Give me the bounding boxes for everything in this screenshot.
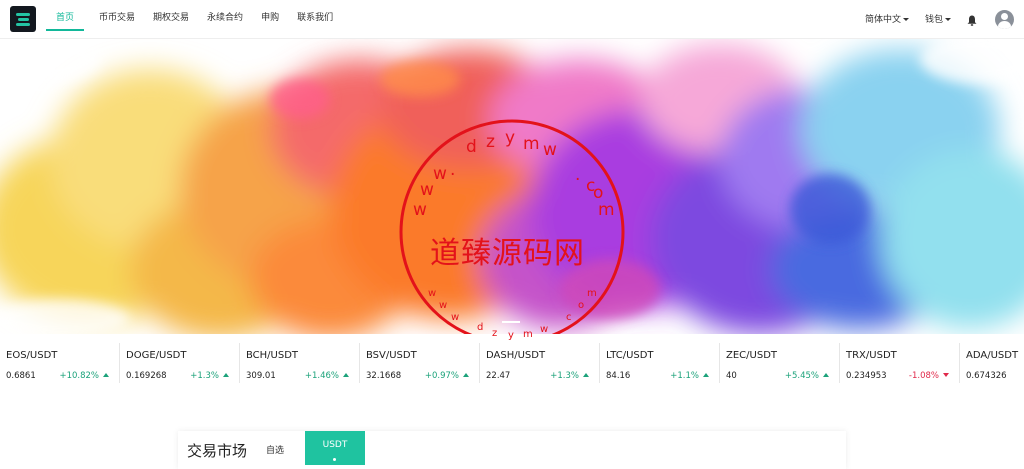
main-nav: 首页 币币交易 期权交易 永续合约 申购 联系我们 xyxy=(46,0,351,39)
ticker-item[interactable]: TRX/USDT 0.234953 -1.08% xyxy=(840,343,960,383)
market-title: 交易市场 xyxy=(187,442,248,460)
top-navbar: 首页 币币交易 期权交易 永续合约 申购 联系我们 简体中文 钱包 xyxy=(0,0,1024,39)
trading-market-panel: 交易市场 自选 USDT xyxy=(178,431,846,469)
ticker-pair: BCH/USDT xyxy=(246,350,299,361)
nav-item-home[interactable]: 首页 xyxy=(46,0,85,31)
ticker-pair: TRX/USDT xyxy=(846,350,897,361)
ticker-pair: ZEC/USDT xyxy=(726,350,777,361)
ticker-item[interactable]: DASH/USDT 22.47 +1.3% xyxy=(480,343,600,383)
arrow-up-icon xyxy=(343,373,349,377)
wallet-menu[interactable]: 钱包 xyxy=(925,0,952,39)
arrow-up-icon xyxy=(823,373,829,377)
ticker-item[interactable]: LTC/USDT 84.16 +1.1% xyxy=(600,343,720,383)
arrow-up-icon xyxy=(583,373,589,377)
chevron-down-icon xyxy=(903,18,910,21)
ticker-price: 32.1668 xyxy=(366,371,402,381)
ticker-price: 0.169268 xyxy=(126,371,167,381)
wallet-label: 钱包 xyxy=(925,15,944,25)
arrow-up-icon xyxy=(463,373,469,377)
ticker-pair: LTC/USDT xyxy=(606,350,654,361)
ticker-change: +1.1% xyxy=(670,371,709,381)
ticker-item[interactable]: EOS/USDT 0.6861 +10.82% xyxy=(0,343,120,383)
ticker-item[interactable]: DOGE/USDT 0.169268 +1.3% xyxy=(120,343,240,383)
ticker-pair: DASH/USDT xyxy=(486,350,546,361)
price-ticker-bar: EOS/USDT 0.6861 +10.82% DOGE/USDT 0.1692… xyxy=(0,343,1024,385)
ticker-price: 84.16 xyxy=(606,371,631,381)
arrow-up-icon xyxy=(103,373,109,377)
ticker-change: +0.97% xyxy=(425,371,469,381)
tab-favorites[interactable]: 自选 xyxy=(266,443,284,456)
arrow-down-icon xyxy=(943,373,949,377)
hero-banner xyxy=(0,39,1024,334)
ticker-pair: BSV/USDT xyxy=(366,350,417,361)
nav-item-contact-us[interactable]: 联系我们 xyxy=(297,0,333,31)
exchange-logo-icon[interactable] xyxy=(10,6,36,32)
ticker-change: +10.82% xyxy=(59,371,109,381)
carousel-indicator[interactable] xyxy=(502,321,520,323)
ticker-change: +1.3% xyxy=(550,371,589,381)
ticker-price: 22.47 xyxy=(486,371,511,381)
nav-item-subscription[interactable]: 申购 xyxy=(261,0,279,31)
ticker-price: 0.234953 xyxy=(846,371,887,381)
nav-item-options-trading[interactable]: 期权交易 xyxy=(153,0,189,31)
ticker-price: 309.01 xyxy=(246,371,276,381)
ticker-price: 0.6861 xyxy=(6,371,36,381)
nav-item-perpetual-contracts[interactable]: 永续合约 xyxy=(207,0,243,31)
user-avatar-icon[interactable] xyxy=(995,10,1014,29)
bell-icon[interactable] xyxy=(967,15,977,26)
ticker-change: +1.3% xyxy=(190,371,229,381)
ticker-item[interactable]: ADA/USDT 0.674326 xyxy=(960,343,1024,383)
language-label: 简体中文 xyxy=(865,15,902,25)
watercolor-banner-image xyxy=(0,39,1024,334)
ticker-pair: EOS/USDT xyxy=(6,350,58,361)
language-select[interactable]: 简体中文 xyxy=(865,0,910,39)
arrow-up-icon xyxy=(223,373,229,377)
ticker-item[interactable]: ZEC/USDT 40 +5.45% xyxy=(720,343,840,383)
ticker-item[interactable]: BSV/USDT 32.1668 +0.97% xyxy=(360,343,480,383)
ticker-pair: DOGE/USDT xyxy=(126,350,187,361)
ticker-pair: ADA/USDT xyxy=(966,350,1019,361)
ticker-change: +1.46% xyxy=(305,371,349,381)
nav-item-spot-trading[interactable]: 币币交易 xyxy=(99,0,135,31)
arrow-up-icon xyxy=(703,373,709,377)
ticker-change: +5.45% xyxy=(785,371,829,381)
ticker-change: -1.08% xyxy=(909,371,949,381)
ticker-item[interactable]: BCH/USDT 309.01 +1.46% xyxy=(240,343,360,383)
tab-usdt[interactable]: USDT xyxy=(305,431,365,465)
ticker-price: 40 xyxy=(726,371,737,381)
chevron-down-icon xyxy=(945,18,952,21)
watermark-stamp-text: 道臻源码网 xyxy=(430,236,585,271)
ticker-price: 0.674326 xyxy=(966,371,1007,381)
